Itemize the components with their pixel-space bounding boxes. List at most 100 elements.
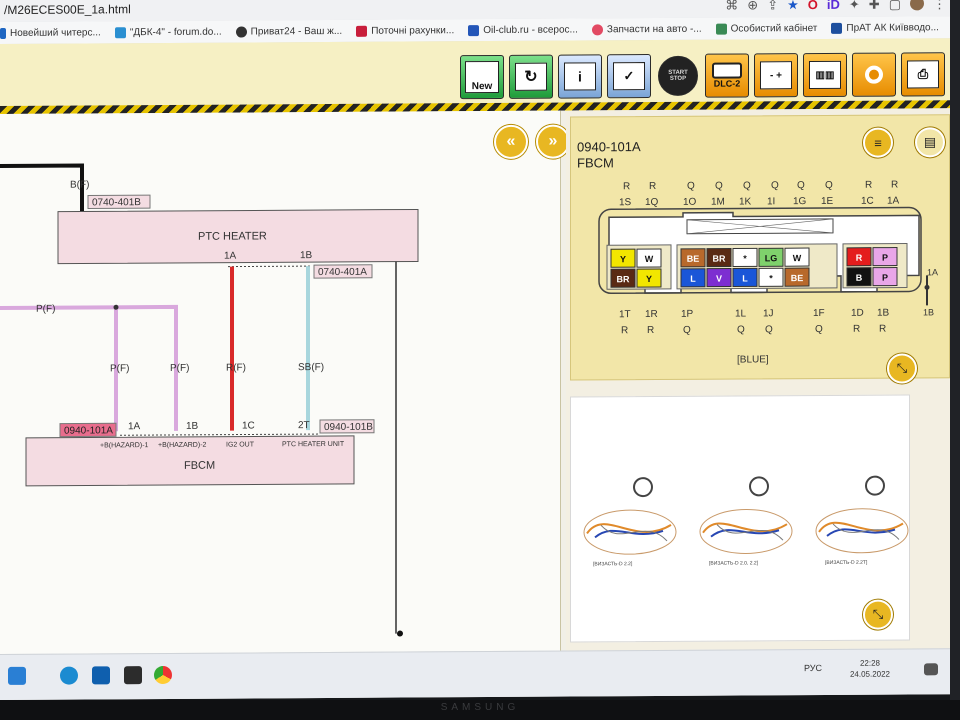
translate-icon[interactable]: ⌘ [725, 0, 738, 14]
bottom-wire-color: R [647, 325, 654, 336]
opera-icon[interactable]: O [808, 0, 818, 13]
ground-button[interactable] [852, 52, 896, 97]
browser-extension-icons: ⌘ ⊕ ⇪ ★ O iD ✦ ✚ ▢ ⋮ [725, 0, 946, 14]
system-clock[interactable]: 22:28 24.05.2022 [850, 658, 890, 680]
refresh-icon: ↻ [515, 62, 547, 91]
side-pin-top: 1A [927, 267, 938, 277]
bookmark-item[interactable]: Oil-club.ru - всерос... [468, 24, 578, 36]
connector-cavity[interactable]: P [872, 267, 898, 287]
fuse-box-icon: ▥▥ [809, 60, 841, 90]
connector-cavity[interactable]: Y [610, 248, 636, 268]
shield-line [228, 265, 312, 268]
edge-browser-icon[interactable] [60, 666, 78, 685]
window-icon[interactable]: ▢ [889, 0, 901, 13]
connector-cavity[interactable]: R [846, 247, 872, 267]
bookmark-item[interactable]: Особистий кабінет [715, 22, 818, 35]
connector-0940-101a[interactable]: 0940-101A [64, 425, 113, 436]
check-document-button[interactable]: ✓ [607, 54, 651, 99]
connector-cavity[interactable]: BR [610, 268, 636, 288]
connector-cavity[interactable]: W [636, 248, 662, 268]
bookmark-item[interactable]: Новейший читерс... [0, 27, 101, 39]
bookmark-favicon [715, 23, 727, 35]
new-diagram-icon: New [465, 60, 499, 94]
pin-label-2t: 2T [298, 420, 310, 431]
connector-cavity[interactable]: Y [636, 268, 662, 288]
wire-label-pf-1: P(F) [110, 363, 129, 374]
bottom-wire-color: R [853, 324, 860, 335]
profile-avatar[interactable] [910, 0, 924, 11]
connector-cavity[interactable]: BE [784, 267, 810, 287]
language-indicator[interactable]: РУС [804, 663, 822, 673]
zoom-icon[interactable]: ⊕ [747, 0, 758, 13]
notification-icon[interactable] [924, 663, 938, 676]
windows-start-icon[interactable] [8, 666, 26, 685]
check-document-icon: ✓ [613, 62, 645, 91]
connector-cavity[interactable]: * [732, 247, 758, 268]
bookmark-item[interactable]: "ДБК-4" - forum.do... [114, 26, 222, 38]
expand-thumbnails-button[interactable]: ⤡ [863, 599, 893, 630]
bookmark-item[interactable]: Поточні рахунки... [356, 25, 454, 37]
info-button[interactable]: i [558, 54, 602, 99]
start-stop-button[interactable]: START STOP [658, 55, 698, 96]
cavity-color-label: P [882, 273, 888, 283]
location-thumbnail[interactable]: [ВИЗАСТЬ-D 2.0, 2.2] [691, 476, 801, 577]
connector-cavity[interactable]: B [846, 267, 872, 287]
junction-dot [113, 304, 119, 310]
connector-cavity[interactable]: V [706, 268, 732, 288]
connector-cavity[interactable]: * [758, 267, 784, 287]
connector-0740-401a[interactable]: 0740-401A [318, 267, 367, 278]
wiring-diagram-pane: « » B(F) 0740-401B 2A PTC HEATER 1A 1B 0… [0, 110, 570, 655]
bookmark-label: Особистий кабінет [730, 22, 818, 35]
bookmark-item[interactable]: Приват24 - Ваш ж... [235, 25, 343, 38]
bookmark-star-icon[interactable]: ★ [787, 0, 799, 13]
location-thumbnail[interactable]: [ВИЗАСТЬ-D 2.2] [575, 477, 685, 578]
connector-0740-401b[interactable]: 0740-401B [92, 197, 141, 208]
url-text[interactable]: /M26ECES00E_1a.html [4, 2, 131, 17]
wiring-diagram: B(F) 0740-401B 2A PTC HEATER 1A 1B 0740-… [0, 163, 419, 637]
top-pin-label: 1I [767, 196, 775, 207]
connector-cavity[interactable]: BR [706, 248, 732, 268]
bookmark-label: Приват24 - Ваш ж... [250, 25, 343, 37]
new-diagram-button[interactable]: New [460, 54, 504, 100]
cavity-color-label: L [690, 274, 696, 284]
connector-cavity[interactable]: P [872, 247, 898, 267]
bottom-pin-label: 1L [735, 308, 747, 319]
terminal-ptc-heater-unit: PTC HEATER UNIT [282, 441, 345, 448]
connector-0940-101b[interactable]: 0940-101B [324, 422, 373, 433]
location-thumbnail[interactable]: [ВИЗАСТЬ-D 2.2T] [807, 475, 917, 576]
top-pin-label: 1A [887, 196, 900, 207]
menu-icon[interactable]: ⋮ [933, 0, 946, 12]
id-icon[interactable]: iD [827, 0, 840, 13]
share-icon[interactable]: ⇪ [767, 0, 778, 13]
store-icon[interactable] [124, 666, 142, 685]
cavity-color-label: Y [620, 254, 626, 264]
mail-icon[interactable] [92, 666, 110, 685]
puzzle-icon[interactable]: ✚ [869, 0, 880, 13]
chrome-icon[interactable] [154, 665, 172, 685]
pin-label-1c: 1C [242, 420, 255, 431]
top-wire-color: R [865, 180, 872, 191]
bottom-pin-label: 1P [681, 309, 694, 320]
fuse-box-button[interactable]: ▥▥ [803, 52, 847, 98]
bottom-pin-label: 1J [763, 308, 774, 319]
connector-cavity[interactable]: LG [758, 247, 784, 267]
bookmark-item[interactable]: Запчасти на авто -... [591, 23, 702, 35]
battery-button[interactable]: - + [754, 53, 798, 98]
dlc2-button[interactable]: DLC-2 [705, 53, 749, 98]
dlc2-label: DLC-2 [713, 78, 741, 89]
monitor-brand: SAMSUNG [440, 702, 520, 713]
extension-icon[interactable]: ✦ [849, 0, 860, 13]
cavity-color-label: R [856, 253, 863, 263]
connector-cavity[interactable]: BE [680, 248, 706, 268]
wire-label-sbf: SB(F) [298, 362, 324, 373]
connector-cavity[interactable]: L [680, 268, 706, 288]
refresh-button[interactable]: ↻ [509, 54, 553, 99]
connector-cavity[interactable]: W [784, 247, 810, 267]
connector-cavity[interactable]: L [732, 267, 758, 288]
screen: /M26ECES00E_1a.html ⌘ ⊕ ⇪ ★ O iD ✦ ✚ ▢ ⋮… [0, 0, 950, 700]
pin-label-1a: 1A [128, 421, 141, 432]
print-button[interactable]: ⎙ [901, 52, 945, 97]
tool-buttons: New ↻ i ✓ START STOP DLC-2 - + ▥▥ ⎙ [460, 52, 945, 100]
bookmark-item[interactable]: ПрАТ АК Київводо... [831, 22, 939, 34]
expand-icon: ⤡ [872, 606, 884, 622]
